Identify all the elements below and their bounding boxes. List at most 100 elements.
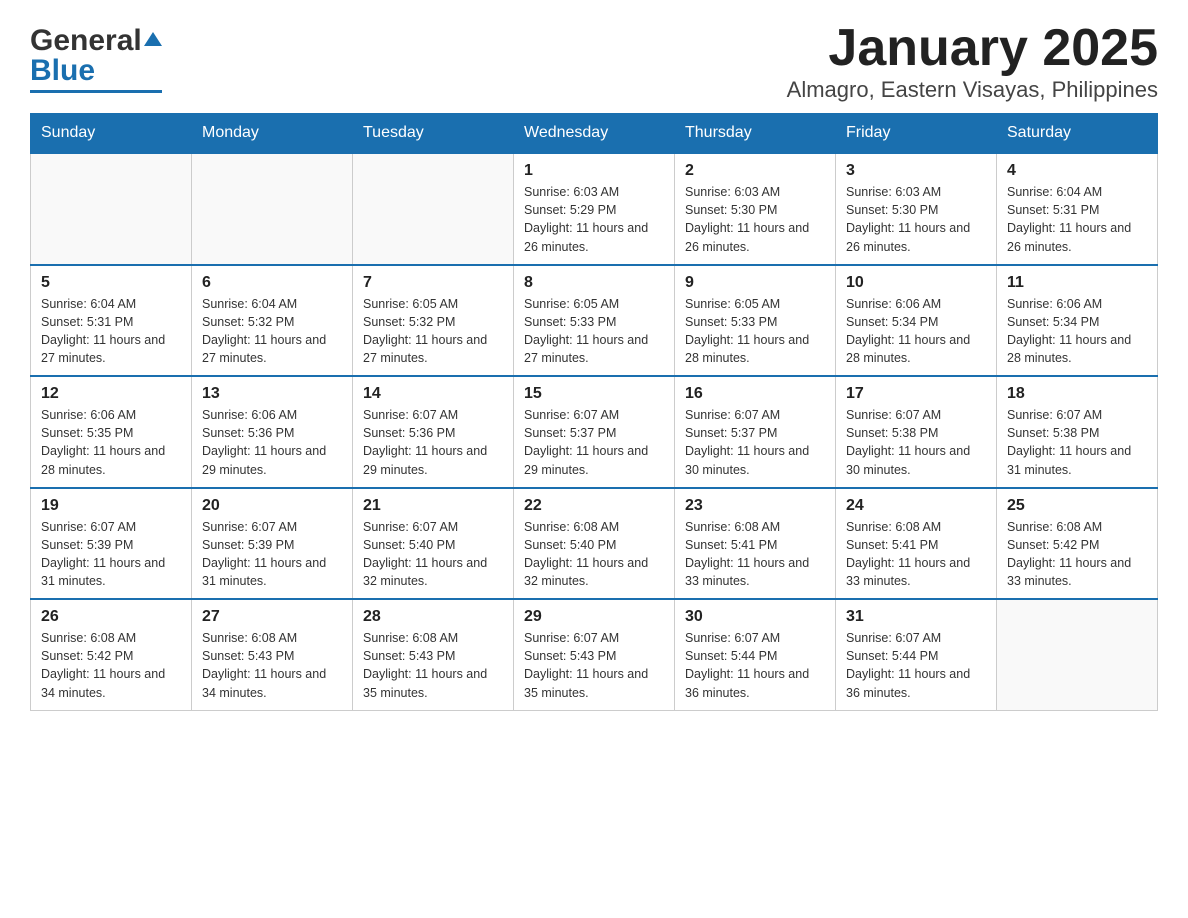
day-number: 17 [846, 385, 986, 403]
calendar-cell-w3-d4: 15 Sunrise: 6:07 AMSunset: 5:37 PMDayligh… [514, 376, 675, 488]
day-number: 10 [846, 274, 986, 292]
day-number: 15 [524, 385, 664, 403]
day-info: Sunrise: 6:06 AMSunset: 5:36 PMDaylight:… [202, 406, 342, 479]
calendar-cell-w1-d6: 3 Sunrise: 6:03 AMSunset: 5:30 PMDaylight… [836, 153, 997, 265]
day-number: 2 [685, 162, 825, 180]
calendar-cell-w5-d6: 31 Sunrise: 6:07 AMSunset: 5:44 PMDayligh… [836, 599, 997, 710]
header-thursday: Thursday [675, 114, 836, 154]
header-saturday: Saturday [997, 114, 1158, 154]
header-monday: Monday [192, 114, 353, 154]
day-number: 24 [846, 497, 986, 515]
calendar-cell-w1-d2 [192, 153, 353, 265]
calendar-week-4: 19 Sunrise: 6:07 AMSunset: 5:39 PMDayligh… [31, 488, 1158, 600]
day-number: 20 [202, 497, 342, 515]
day-info: Sunrise: 6:03 AMSunset: 5:30 PMDaylight:… [685, 183, 825, 256]
calendar-cell-w5-d2: 27 Sunrise: 6:08 AMSunset: 5:43 PMDayligh… [192, 599, 353, 710]
calendar-cell-w1-d5: 2 Sunrise: 6:03 AMSunset: 5:30 PMDaylight… [675, 153, 836, 265]
day-info: Sunrise: 6:08 AMSunset: 5:43 PMDaylight:… [363, 629, 503, 702]
day-info: Sunrise: 6:07 AMSunset: 5:38 PMDaylight:… [846, 406, 986, 479]
calendar-week-2: 5 Sunrise: 6:04 AMSunset: 5:31 PMDaylight… [31, 265, 1158, 377]
day-info: Sunrise: 6:06 AMSunset: 5:35 PMDaylight:… [41, 406, 181, 479]
logo-triangle-icon [144, 22, 162, 56]
calendar-week-3: 12 Sunrise: 6:06 AMSunset: 5:35 PMDayligh… [31, 376, 1158, 488]
day-number: 23 [685, 497, 825, 515]
day-number: 16 [685, 385, 825, 403]
day-info: Sunrise: 6:03 AMSunset: 5:30 PMDaylight:… [846, 183, 986, 256]
title-block: January 2025 Almagro, Eastern Visayas, P… [787, 20, 1158, 103]
day-info: Sunrise: 6:08 AMSunset: 5:41 PMDaylight:… [846, 518, 986, 591]
logo-name: General [30, 24, 162, 58]
day-info: Sunrise: 6:07 AMSunset: 5:37 PMDaylight:… [685, 406, 825, 479]
calendar-cell-w4-d5: 23 Sunrise: 6:08 AMSunset: 5:41 PMDayligh… [675, 488, 836, 600]
calendar-week-1: 1Sunrise: 6:03 AMSunset: 5:29 PMDaylight… [31, 153, 1158, 265]
day-number: 30 [685, 608, 825, 626]
calendar-cell-w2-d5: 9Sunrise: 6:05 AMSunset: 5:33 PMDaylight… [675, 265, 836, 377]
day-number: 28 [363, 608, 503, 626]
day-info: Sunrise: 6:07 AMSunset: 5:38 PMDaylight:… [1007, 406, 1147, 479]
calendar-cell-w3-d3: 14 Sunrise: 6:07 AMSunset: 5:36 PMDayligh… [353, 376, 514, 488]
calendar-cell-w1-d7: 4Sunrise: 6:04 AMSunset: 5:31 PMDaylight… [997, 153, 1158, 265]
logo-blue-text: Blue [30, 54, 95, 87]
calendar-body: 1Sunrise: 6:03 AMSunset: 5:29 PMDaylight… [31, 153, 1158, 710]
calendar-cell-w5-d1: 26 Sunrise: 6:08 AMSunset: 5:42 PMDayligh… [31, 599, 192, 710]
day-number: 3 [846, 162, 986, 180]
day-number: 6 [202, 274, 342, 292]
header-sunday: Sunday [31, 114, 192, 154]
calendar-cell-w4-d2: 20 Sunrise: 6:07 AMSunset: 5:39 PMDayligh… [192, 488, 353, 600]
day-number: 12 [41, 385, 181, 403]
day-number: 21 [363, 497, 503, 515]
calendar-cell-w5-d4: 29 Sunrise: 6:07 AMSunset: 5:43 PMDayligh… [514, 599, 675, 710]
day-number: 26 [41, 608, 181, 626]
day-info: Sunrise: 6:07 AMSunset: 5:36 PMDaylight:… [363, 406, 503, 479]
day-number: 7 [363, 274, 503, 292]
day-info: Sunrise: 6:04 AMSunset: 5:31 PMDaylight:… [41, 295, 181, 368]
calendar-table: Sunday Monday Tuesday Wednesday Thursday… [30, 113, 1158, 711]
calendar-cell-w3-d1: 12 Sunrise: 6:06 AMSunset: 5:35 PMDayligh… [31, 376, 192, 488]
calendar-cell-w4-d6: 24 Sunrise: 6:08 AMSunset: 5:41 PMDayligh… [836, 488, 997, 600]
day-info: Sunrise: 6:07 AMSunset: 5:44 PMDaylight:… [846, 629, 986, 702]
day-info: Sunrise: 6:08 AMSunset: 5:40 PMDaylight:… [524, 518, 664, 591]
day-number: 31 [846, 608, 986, 626]
day-info: Sunrise: 6:08 AMSunset: 5:42 PMDaylight:… [41, 629, 181, 702]
calendar-week-5: 26 Sunrise: 6:08 AMSunset: 5:42 PMDayligh… [31, 599, 1158, 710]
day-number: 25 [1007, 497, 1147, 515]
day-info: Sunrise: 6:04 AMSunset: 5:31 PMDaylight:… [1007, 183, 1147, 256]
day-info: Sunrise: 6:08 AMSunset: 5:43 PMDaylight:… [202, 629, 342, 702]
calendar-cell-w3-d7: 18Sunrise: 6:07 AMSunset: 5:38 PMDayligh… [997, 376, 1158, 488]
day-number: 13 [202, 385, 342, 403]
calendar-cell-w2-d6: 10Sunrise: 6:06 AMSunset: 5:34 PMDayligh… [836, 265, 997, 377]
day-number: 27 [202, 608, 342, 626]
day-info: Sunrise: 6:04 AMSunset: 5:32 PMDaylight:… [202, 295, 342, 368]
calendar-cell-w2-d4: 8 Sunrise: 6:05 AMSunset: 5:33 PMDaylight… [514, 265, 675, 377]
logo: General Blue [30, 24, 162, 93]
calendar-cell-w3-d2: 13 Sunrise: 6:06 AMSunset: 5:36 PMDayligh… [192, 376, 353, 488]
calendar-cell-w3-d6: 17 Sunrise: 6:07 AMSunset: 5:38 PMDayligh… [836, 376, 997, 488]
calendar-cell-w2-d1: 5 Sunrise: 6:04 AMSunset: 5:31 PMDaylight… [31, 265, 192, 377]
day-info: Sunrise: 6:07 AMSunset: 5:40 PMDaylight:… [363, 518, 503, 591]
calendar-cell-w2-d2: 6 Sunrise: 6:04 AMSunset: 5:32 PMDaylight… [192, 265, 353, 377]
calendar-cell-w4-d7: 25Sunrise: 6:08 AMSunset: 5:42 PMDayligh… [997, 488, 1158, 600]
calendar-cell-w1-d3 [353, 153, 514, 265]
day-number: 19 [41, 497, 181, 515]
day-info: Sunrise: 6:06 AMSunset: 5:34 PMDaylight:… [1007, 295, 1147, 368]
logo-general-text: General [30, 24, 142, 58]
calendar-header: Sunday Monday Tuesday Wednesday Thursday… [31, 114, 1158, 154]
day-number: 14 [363, 385, 503, 403]
day-info: Sunrise: 6:07 AMSunset: 5:39 PMDaylight:… [41, 518, 181, 591]
calendar-cell-w1-d1 [31, 153, 192, 265]
day-info: Sunrise: 6:07 AMSunset: 5:39 PMDaylight:… [202, 518, 342, 591]
day-info: Sunrise: 6:05 AMSunset: 5:33 PMDaylight:… [524, 295, 664, 368]
day-number: 5 [41, 274, 181, 292]
calendar-subtitle: Almagro, Eastern Visayas, Philippines [787, 77, 1158, 103]
calendar-cell-w5-d3: 28 Sunrise: 6:08 AMSunset: 5:43 PMDayligh… [353, 599, 514, 710]
calendar-cell-w5-d7 [997, 599, 1158, 710]
day-number: 29 [524, 608, 664, 626]
calendar-cell-w4-d3: 21 Sunrise: 6:07 AMSunset: 5:40 PMDayligh… [353, 488, 514, 600]
calendar-cell-w1-d4: 1Sunrise: 6:03 AMSunset: 5:29 PMDaylight… [514, 153, 675, 265]
day-number: 8 [524, 274, 664, 292]
day-info: Sunrise: 6:07 AMSunset: 5:37 PMDaylight:… [524, 406, 664, 479]
header-friday: Friday [836, 114, 997, 154]
day-info: Sunrise: 6:07 AMSunset: 5:43 PMDaylight:… [524, 629, 664, 702]
day-info: Sunrise: 6:08 AMSunset: 5:41 PMDaylight:… [685, 518, 825, 591]
header-tuesday: Tuesday [353, 114, 514, 154]
